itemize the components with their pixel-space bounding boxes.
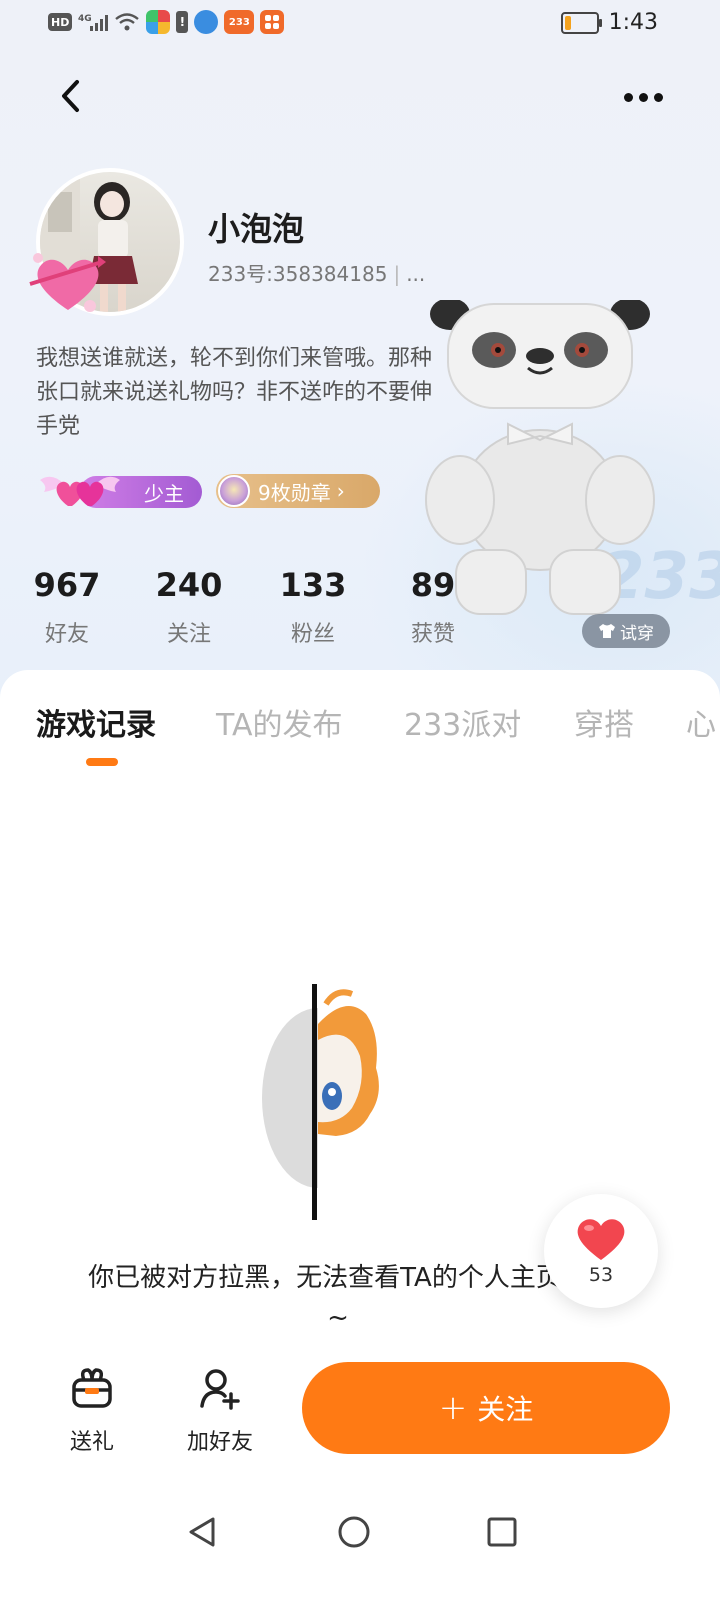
- title-badge[interactable]: 少主: [36, 470, 202, 512]
- stat-label: 粉丝: [290, 622, 335, 647]
- user-id-text: 233号:358384185: [208, 262, 388, 286]
- nav-back-button[interactable]: [182, 1512, 222, 1552]
- stat-label: 关注: [166, 622, 211, 647]
- medals-count-label: 9枚勋章: [258, 480, 331, 505]
- stat-label: 好友: [44, 622, 89, 647]
- browser-icon: [194, 10, 219, 34]
- profile-bio: 我想送谁就送，轮不到你们来管哦。那种张口就来说送礼物吗？非不送咋的不要伸手党: [36, 346, 433, 439]
- username: 小泡泡: [208, 210, 305, 248]
- medal-icon: [218, 475, 250, 507]
- square-recents-icon: [487, 1517, 517, 1547]
- stat-friends[interactable]: 967 好友: [12, 566, 122, 648]
- blocked-message: 你已被对方拉黑，无法查看TA的个人主页哦~: [88, 1263, 588, 1333]
- add-friend-icon: [200, 1369, 240, 1410]
- like-button[interactable]: 53: [544, 1194, 658, 1308]
- signal-icon: 4G: [78, 10, 109, 34]
- more-options-button[interactable]: [618, 80, 668, 114]
- blocked-character-illustration: [262, 984, 379, 1220]
- stat-value: 967: [33, 566, 101, 604]
- nav-recents-button[interactable]: [482, 1512, 522, 1552]
- try-on-label: 试穿: [620, 623, 654, 644]
- tab-game-records[interactable]: 游戏记录: [36, 700, 156, 744]
- tab-outfits[interactable]: 穿搭: [574, 700, 634, 744]
- heart-icon: [577, 1219, 625, 1260]
- plus-icon: +: [438, 1388, 468, 1428]
- chevron-right-icon: ›: [336, 479, 345, 503]
- wifi-icon: [114, 10, 140, 34]
- profile-tabs: 游戏记录 TA的发布 233派对 穿搭 心: [0, 700, 720, 760]
- stat-fans[interactable]: 133 粉丝: [258, 566, 368, 648]
- shirt-icon: [599, 624, 615, 638]
- svg-text:4G: 4G: [78, 14, 92, 24]
- follow-label: 关注: [477, 1393, 534, 1426]
- medals-badge[interactable]: 9枚勋章 ›: [216, 474, 380, 508]
- clock: 1:43: [608, 10, 658, 35]
- tab-more[interactable]: 心: [686, 700, 716, 744]
- add-friend-label: 加好友: [186, 1430, 253, 1455]
- winged-heart-icon: [40, 476, 120, 506]
- tab-posts[interactable]: TA的发布: [216, 700, 343, 744]
- stat-value: 240: [155, 566, 223, 604]
- triangle-back-icon: [189, 1517, 215, 1547]
- send-gift-label: 送礼: [69, 1430, 114, 1455]
- battery-icon: [560, 11, 602, 34]
- like-count: 53: [588, 1264, 614, 1286]
- add-friend-button[interactable]: 加好友: [180, 1366, 260, 1456]
- follow-button[interactable]: + 关注: [302, 1362, 670, 1454]
- circle-home-icon: [338, 1516, 370, 1548]
- tab-active-indicator: [86, 758, 118, 766]
- more-icon: [623, 92, 633, 102]
- system-navigation-bar: [0, 1500, 720, 1600]
- status-bar: HD 4G ! 233 1:43: [0, 0, 720, 52]
- user-id-more: ...: [406, 262, 426, 286]
- back-button[interactable]: [50, 76, 90, 116]
- user-id[interactable]: 233号:358384185 |...: [208, 258, 425, 287]
- app-233-icon: 233: [224, 10, 255, 34]
- panda-avatar-model[interactable]: [420, 300, 660, 630]
- avatar-frame-heart-icon: [29, 253, 106, 312]
- send-gift-button[interactable]: 送礼: [60, 1366, 124, 1456]
- app-grid-icon: [260, 10, 285, 34]
- avatar-container[interactable]: [28, 168, 188, 328]
- alert-icon: !: [176, 11, 189, 33]
- stat-value: 133: [279, 566, 347, 604]
- nav-home-button[interactable]: [334, 1512, 374, 1552]
- try-on-button[interactable]: 试穿: [582, 614, 670, 648]
- chevron-left-icon: [62, 80, 79, 112]
- gift-icon: [72, 1368, 112, 1408]
- hd-icon: HD: [48, 13, 73, 31]
- tab-233-party[interactable]: 233派对: [404, 700, 521, 744]
- app-notification-icon: [146, 10, 171, 34]
- stat-following[interactable]: 240 关注: [134, 566, 244, 648]
